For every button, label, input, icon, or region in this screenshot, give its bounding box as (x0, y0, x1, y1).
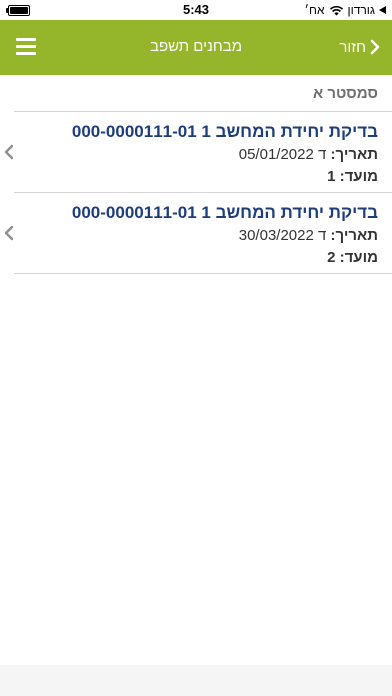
navigation-bar: חזור מבחנים תשפב (0, 20, 392, 75)
exam-slot-label: מועד: (339, 168, 378, 185)
exam-date-value: ד 05/01/2022 (238, 146, 327, 163)
carrier-name: גורדון (347, 3, 376, 17)
exam-title: בדיקת יחידת המחשב 1 000-0000111-01 (71, 203, 378, 222)
exam-list: בדיקת יחידת המחשב 1 000-0000111-01 תאריך… (0, 111, 392, 274)
back-to-app-arrow-icon (379, 6, 386, 14)
chevron-left-icon (4, 225, 14, 241)
exam-date-label: תאריך: (330, 146, 378, 163)
status-day: אח׳ (304, 3, 325, 17)
exam-slot-row: מועד: 2 (327, 249, 378, 266)
menu-icon[interactable] (16, 38, 36, 56)
exam-slot-value: 1 (327, 168, 336, 185)
exam-slot-value: 2 (327, 249, 336, 266)
wifi-icon (329, 5, 344, 16)
exam-list-item[interactable]: בדיקת יחידת המחשב 1 000-0000111-01 תאריך… (4, 111, 392, 193)
exam-date-row: תאריך: ד 05/01/2022 (239, 146, 378, 163)
section-header: סמסטר א (312, 85, 378, 102)
bottom-bar (0, 665, 392, 696)
exam-date-value: ד 30/03/2022 (238, 227, 327, 244)
carrier-group: גורדון אח׳ (304, 3, 386, 17)
status-bar: 5:43 גורדון אח׳ (0, 0, 392, 20)
page-title: מבחנים תשפב (149, 38, 243, 55)
exam-date-row: תאריך: ד 30/03/2022 (239, 227, 378, 244)
exam-list-item[interactable]: בדיקת יחידת המחשב 1 000-0000111-01 תאריך… (4, 193, 392, 274)
chevron-left-icon (4, 144, 14, 160)
content-area: סמסטר א בדיקת יחידת המחשב 1 000-0000111-… (0, 75, 392, 665)
exam-date-label: תאריך: (330, 227, 378, 244)
exam-slot-row: מועד: 1 (327, 168, 378, 185)
exam-title: בדיקת יחידת המחשב 1 000-0000111-01 (71, 122, 378, 141)
exam-slot-label: מועד: (339, 249, 378, 266)
